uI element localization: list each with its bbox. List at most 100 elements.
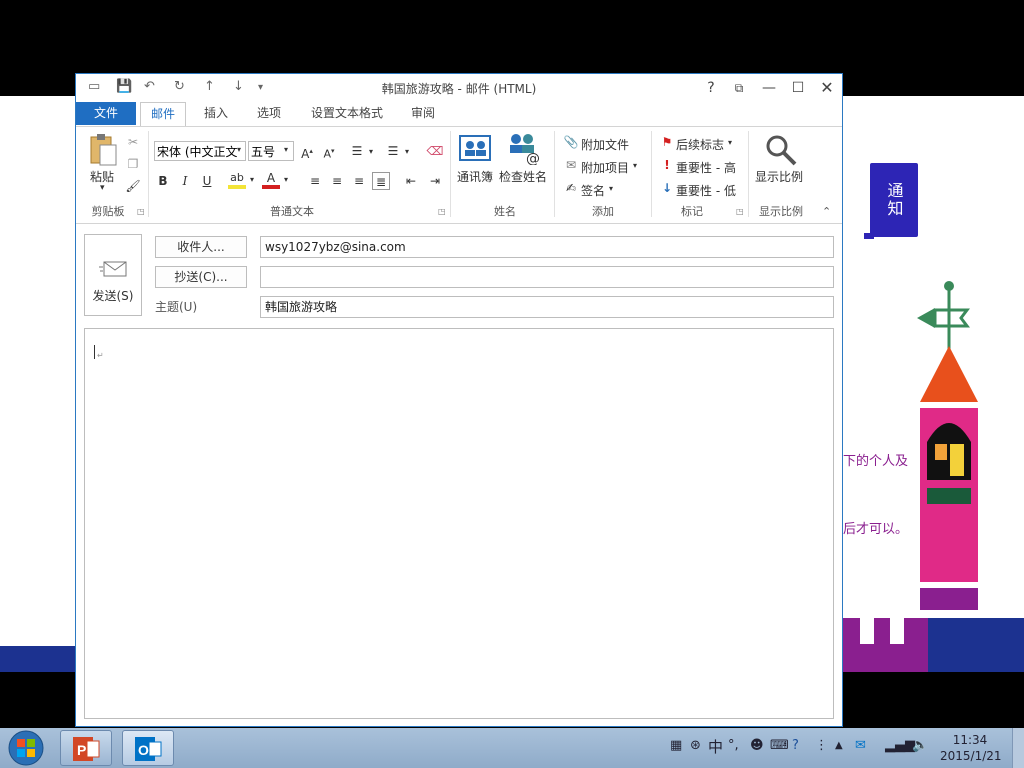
chevron-down-icon[interactable]: ▾: [633, 161, 637, 170]
cc-button[interactable]: 抄送(C)...: [155, 266, 247, 288]
dialog-launcher-icon[interactable]: ◳: [438, 207, 446, 216]
collapse-ribbon-icon[interactable]: ⌃: [822, 205, 831, 218]
font-name-combo[interactable]: 宋体 (中文正文: [154, 141, 246, 161]
paste-dropdown-icon[interactable]: ▾: [100, 183, 105, 193]
group-separator: [554, 131, 555, 217]
bullets-icon[interactable]: ☰: [348, 142, 366, 160]
numbering-icon[interactable]: ☰: [384, 142, 402, 160]
ime-language[interactable]: 中: [708, 736, 723, 757]
message-body[interactable]: ↵: [84, 328, 834, 719]
send-label: 发送(S): [92, 289, 134, 303]
help-icon[interactable]: ?: [792, 738, 799, 753]
group-label-include: 添加: [592, 205, 614, 218]
attach-item-button[interactable]: 附加项目: [581, 159, 629, 176]
decrease-indent-icon[interactable]: ⇤: [402, 172, 420, 190]
tab-message[interactable]: 邮件: [140, 102, 187, 127]
taskbar-powerpoint[interactable]: P: [60, 730, 112, 766]
paperclip-icon[interactable]: 📎: [562, 133, 580, 151]
zoom-button[interactable]: 显示比例: [755, 168, 803, 185]
to-button[interactable]: 收件人...: [155, 236, 247, 258]
down-arrow-icon[interactable]: ↓: [658, 179, 676, 197]
chevron-down-icon[interactable]: ▾: [284, 145, 288, 154]
chevron-down-icon[interactable]: ▾: [609, 184, 613, 193]
increase-indent-icon[interactable]: ⇥: [426, 172, 444, 190]
grow-font-icon[interactable]: A▴: [298, 142, 316, 161]
clock-date: 2015/1/21: [940, 749, 1002, 763]
help-icon[interactable]: ?: [698, 77, 724, 99]
underline-button[interactable]: U: [198, 172, 216, 190]
address-book-icon[interactable]: [459, 133, 493, 163]
check-names-button[interactable]: 检查姓名: [499, 168, 547, 185]
justify-icon[interactable]: ≣: [372, 172, 390, 190]
ime-toolbar-icon[interactable]: ▦: [670, 738, 682, 753]
tab-options[interactable]: 选项: [247, 102, 291, 125]
cc-field[interactable]: [260, 266, 834, 288]
cut-icon[interactable]: ✂: [124, 133, 142, 151]
chevron-down-icon[interactable]: ▾: [405, 147, 409, 156]
taskbar-outlook[interactable]: O: [122, 730, 174, 766]
chevron-down-icon[interactable]: ▾: [284, 175, 288, 184]
soft-keyboard-icon[interactable]: ⌨: [770, 738, 789, 753]
text-cursor: [94, 345, 95, 359]
ime-skin-icon[interactable]: ☻: [750, 738, 764, 753]
font-color-icon[interactable]: A: [262, 169, 280, 189]
align-center-icon[interactable]: ≡: [328, 172, 346, 190]
chevron-down-icon[interactable]: ▾: [237, 145, 241, 154]
slide-decor-bar: [928, 618, 1024, 672]
flag-icon[interactable]: ⚑: [658, 133, 676, 151]
powerpoint-icon: P: [73, 737, 100, 761]
outlook-tray-icon[interactable]: ✉: [855, 738, 866, 753]
shrink-font-icon[interactable]: A▾: [320, 142, 338, 161]
close-icon[interactable]: ✕: [814, 77, 840, 99]
ime-mode-icon[interactable]: ⊛: [690, 738, 701, 753]
format-painter-icon[interactable]: 🖌: [124, 177, 142, 195]
restore-ribbon-icon[interactable]: ⧉: [726, 77, 752, 99]
dialog-launcher-icon[interactable]: ◳: [137, 207, 145, 216]
network-icon[interactable]: ▂▄▆: [885, 738, 915, 753]
chevron-down-icon[interactable]: ▾: [369, 147, 373, 156]
signature-button[interactable]: 签名: [581, 182, 605, 199]
group-label-basic-text: 普通文本: [270, 205, 314, 218]
to-field[interactable]: wsy1027ybz@sina.com: [260, 236, 834, 258]
send-button[interactable]: 发送(S): [84, 234, 142, 316]
volume-icon[interactable]: 🔈: [912, 738, 928, 753]
tab-file[interactable]: 文件: [76, 102, 136, 125]
tab-insert[interactable]: 插入: [194, 102, 238, 125]
low-importance-button[interactable]: 重要性 - 低: [676, 182, 736, 199]
attach-file-button[interactable]: 附加文件: [581, 136, 629, 153]
chevron-down-icon[interactable]: ▾: [728, 138, 732, 147]
signature-icon[interactable]: ✍: [562, 179, 580, 197]
show-hidden-icons[interactable]: ▲: [835, 740, 843, 751]
slide-text: 下的个人及: [843, 454, 909, 469]
subject-field[interactable]: 韩国旅游攻略: [260, 296, 834, 318]
magnifier-icon[interactable]: [764, 133, 798, 167]
follow-up-button[interactable]: 后续标志: [676, 136, 724, 153]
show-desktop-button[interactable]: [1012, 728, 1024, 768]
align-left-icon[interactable]: ≡: [306, 172, 324, 190]
tab-format-text[interactable]: 设置文本格式: [301, 102, 393, 125]
start-button[interactable]: [6, 729, 46, 767]
bold-button[interactable]: B: [154, 172, 172, 190]
clear-formatting-icon[interactable]: ⌫: [426, 142, 444, 160]
dialog-launcher-icon[interactable]: ◳: [736, 207, 744, 216]
group-separator: [651, 131, 652, 217]
paste-icon[interactable]: [88, 133, 118, 167]
clock[interactable]: 11:34 2015/1/21: [940, 732, 1002, 764]
maximize-icon[interactable]: ☐: [785, 77, 811, 99]
punctuation-icon[interactable]: °,: [728, 738, 739, 753]
tower-illustration: [917, 281, 978, 610]
copy-icon[interactable]: ❐: [124, 155, 142, 173]
notice-badge: 通知: [864, 163, 918, 239]
minimize-icon[interactable]: —: [756, 77, 782, 99]
check-names-icon[interactable]: @: [506, 131, 542, 165]
tab-review[interactable]: 审阅: [401, 102, 445, 125]
address-book-button[interactable]: 通讯簿: [457, 168, 493, 185]
high-importance-button[interactable]: 重要性 - 高: [676, 159, 736, 176]
highlight-icon[interactable]: ab: [228, 169, 246, 189]
italic-button[interactable]: I: [176, 172, 194, 190]
chevron-down-icon[interactable]: ▾: [250, 175, 254, 184]
ime-settings-icon[interactable]: ⋮: [815, 738, 828, 753]
attach-item-icon[interactable]: ✉: [562, 156, 580, 174]
exclamation-icon[interactable]: !: [658, 156, 676, 174]
align-right-icon[interactable]: ≡: [350, 172, 368, 190]
